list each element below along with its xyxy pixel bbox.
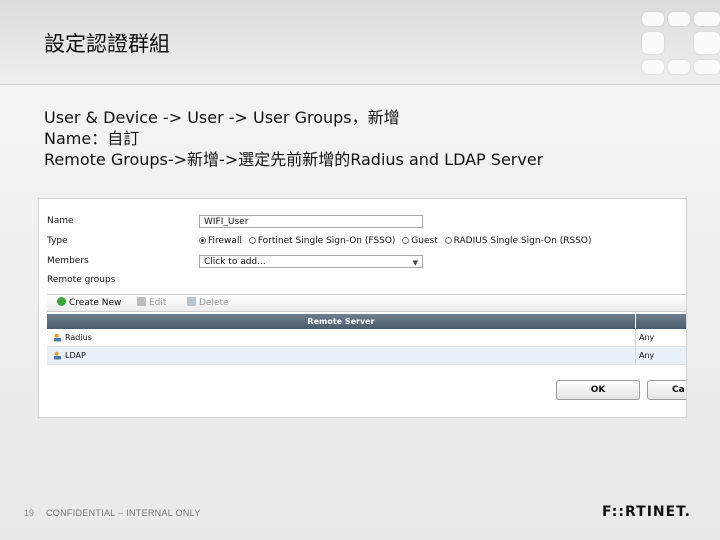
cancel-button[interactable]: Ca	[647, 380, 686, 400]
instruction-line-remote: Remote Groups->新增->選定先前新增的Radius and LDA…	[44, 150, 544, 169]
name-label: Name	[47, 216, 74, 226]
type-label: Type	[47, 236, 68, 246]
type-option-label: Fortinet Single Sign-On (FSSO)	[257, 236, 396, 246]
instruction-line-path: User & Device -> User -> User Groups，新增	[44, 108, 400, 127]
instruction-text: User & Device -> User -> User Groups，新增 …	[44, 107, 543, 170]
table-row[interactable]: Radius Any	[47, 329, 686, 347]
column-divider	[635, 329, 636, 346]
group-cell: Any	[639, 333, 655, 342]
members-select[interactable]: Click to add... ▼	[199, 255, 423, 268]
trash-icon	[187, 297, 196, 306]
type-option-label: RADIUS Single Sign-On (RSSO)	[453, 236, 592, 246]
server-user-icon	[53, 351, 62, 360]
server-user-icon	[53, 333, 62, 342]
column-divider	[635, 347, 636, 364]
type-radio-firewall[interactable]	[199, 237, 206, 244]
type-radio-fsso[interactable]	[248, 237, 256, 244]
remote-server-cell: Radius	[65, 333, 92, 342]
remote-groups-label: Remote groups	[47, 275, 116, 285]
members-placeholder: Click to add...	[204, 257, 266, 267]
user-group-dialog-screenshot: Name WIFI_User Type Firewall Fortinet Si…	[38, 198, 687, 418]
remote-server-cell: LDAP	[65, 351, 86, 360]
delete-button[interactable]: Delete	[187, 297, 229, 308]
create-new-label: Create New	[69, 298, 122, 308]
type-radio-group: Firewall Fortinet Single Sign-On (FSSO) …	[199, 236, 596, 246]
table-row[interactable]: LDAP Any	[47, 347, 686, 365]
type-option-label: Guest	[411, 236, 438, 246]
name-input[interactable]: WIFI_User	[199, 215, 423, 228]
slide-header: 設定認證群組	[0, 0, 720, 85]
column-header-group	[635, 314, 686, 329]
edit-label: Edit	[149, 298, 167, 308]
page-number: 19	[24, 508, 35, 518]
ok-button[interactable]: OK	[556, 380, 640, 400]
edit-button[interactable]: Edit	[137, 297, 166, 308]
remote-groups-toolbar: Create New Edit Delete	[47, 294, 686, 312]
remote-groups-table: Remote Server Radius Any LDAP Any	[47, 314, 686, 365]
slide-title: 設定認證群組	[44, 32, 170, 56]
fortinet-grid-logo	[638, 8, 720, 80]
confidential-label: CONFIDENTIAL – INTERNAL ONLY	[46, 508, 201, 518]
delete-label: Delete	[199, 298, 229, 308]
edit-icon	[137, 297, 146, 306]
type-option-label: Firewall	[208, 236, 242, 246]
table-header: Remote Server	[47, 314, 686, 329]
instruction-line-name: Name：自訂	[44, 129, 140, 148]
members-label: Members	[47, 256, 89, 266]
create-new-button[interactable]: Create New	[57, 297, 121, 308]
column-header-remote-server: Remote Server	[307, 317, 375, 326]
chevron-down-icon: ▼	[412, 259, 418, 267]
type-radio-guest[interactable]	[402, 237, 410, 244]
plus-icon	[57, 297, 66, 306]
fortinet-logo: F::RTINET.	[602, 504, 691, 520]
type-radio-rsso[interactable]	[444, 237, 452, 244]
group-cell: Any	[639, 351, 655, 360]
